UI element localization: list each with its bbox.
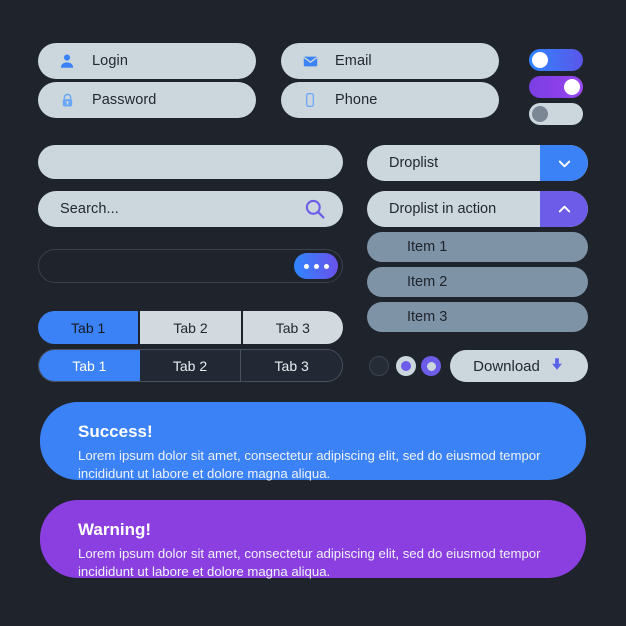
login-field[interactable]: Login: [38, 43, 256, 79]
droplist-open-label: Droplist in action: [389, 201, 497, 217]
tab-light-2[interactable]: Tab 2: [140, 311, 243, 344]
toggle-knob: [532, 106, 548, 122]
tab-dark-3[interactable]: Tab 3: [241, 350, 342, 381]
three-dots-icon[interactable]: [294, 253, 338, 279]
email-field[interactable]: Email: [281, 43, 499, 79]
radio-unselected[interactable]: [369, 356, 389, 376]
alert-success-title: Success!: [78, 422, 153, 441]
password-field[interactable]: Password: [38, 82, 256, 118]
dots-input[interactable]: [38, 249, 343, 283]
toggle-purple[interactable]: [529, 76, 583, 98]
email-field-label: Email: [335, 53, 372, 69]
toggle-knob: [532, 52, 548, 68]
radio-dot: [401, 361, 411, 371]
download-arrow-icon: [549, 356, 565, 377]
droplist-item-label: Item 3: [407, 309, 448, 325]
tab-label: Tab 3: [274, 357, 309, 374]
ui-kit-canvas: Login Password Email Phone Search... Dro…: [0, 0, 626, 626]
download-button[interactable]: Download: [450, 350, 588, 382]
droplist-item-2[interactable]: Item 2: [367, 267, 588, 297]
alert-warning-title: Warning!: [78, 520, 152, 539]
droplist-item-1[interactable]: Item 1: [367, 232, 588, 262]
chevron-down-icon[interactable]: [540, 145, 588, 181]
tab-light-1[interactable]: Tab 1: [38, 311, 141, 344]
lock-icon: [56, 89, 78, 111]
tab-group-light: Tab 1 Tab 2 Tab 3: [38, 311, 343, 344]
dot: [313, 263, 319, 269]
alert-success-body: Lorem ipsum dolor sit amet, consectetur …: [78, 448, 541, 482]
alert-success: Success! Lorem ipsum dolor sit amet, con…: [40, 402, 586, 482]
plain-input[interactable]: [38, 145, 343, 179]
download-button-label: Download: [473, 357, 540, 375]
alert-warning-body: Lorem ipsum dolor sit amet, consectetur …: [78, 546, 541, 580]
toggle-blue[interactable]: [529, 49, 583, 71]
tab-label: Tab 1: [72, 357, 107, 374]
dot: [303, 263, 309, 269]
chevron-up-icon[interactable]: [540, 191, 588, 227]
droplist-item-label: Item 1: [407, 239, 448, 255]
droplist-closed[interactable]: Droplist: [367, 145, 588, 181]
tab-light-3[interactable]: Tab 3: [242, 311, 343, 344]
login-field-label: Login: [92, 53, 128, 69]
toggle-disabled[interactable]: [529, 103, 583, 125]
dot: [323, 263, 329, 269]
tab-dark-1[interactable]: Tab 1: [39, 350, 140, 381]
radio-dot: [426, 361, 436, 371]
tab-label: Tab 2: [172, 357, 208, 374]
tab-group-dark: Tab 1 Tab 2 Tab 3: [38, 349, 343, 382]
tab-dark-2[interactable]: Tab 2: [139, 350, 242, 381]
search-icon[interactable]: [303, 197, 327, 221]
search-input-placeholder: Search...: [60, 201, 119, 217]
tab-label: Tab 3: [275, 319, 310, 336]
droplist-item-label: Item 2: [407, 274, 448, 290]
phone-field-label: Phone: [335, 92, 378, 108]
phone-field[interactable]: Phone: [281, 82, 499, 118]
droplist-closed-label: Droplist: [389, 155, 439, 171]
user-icon: [56, 50, 78, 72]
tab-label: Tab 2: [173, 319, 208, 336]
toggle-knob: [564, 79, 580, 95]
droplist-item-3[interactable]: Item 3: [367, 302, 588, 332]
envelope-icon: [299, 50, 321, 72]
password-field-label: Password: [92, 92, 157, 108]
radio-selected-light[interactable]: [396, 356, 416, 376]
alert-warning: Warning! Lorem ipsum dolor sit amet, con…: [40, 500, 586, 580]
mobile-phone-icon: [299, 89, 321, 111]
droplist-open[interactable]: Droplist in action: [367, 191, 588, 227]
radio-selected-filled[interactable]: [421, 356, 441, 376]
tab-label: Tab 1: [71, 319, 106, 336]
search-input[interactable]: Search...: [38, 191, 343, 227]
